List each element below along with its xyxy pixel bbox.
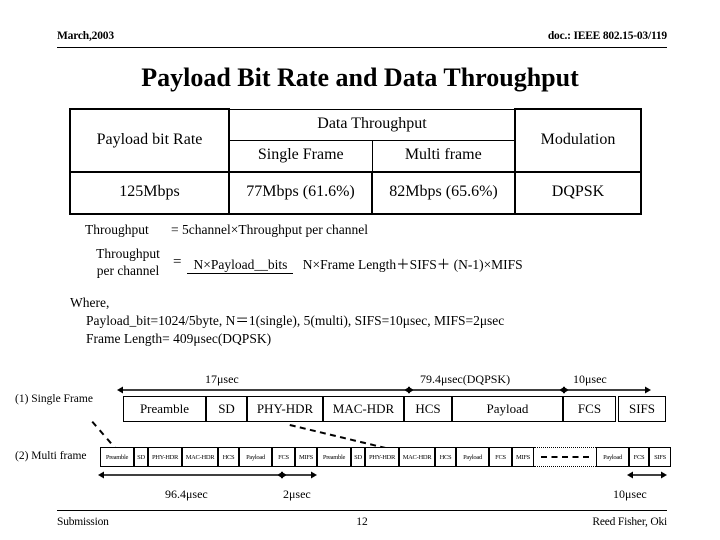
multi-field-phy-hdr-1: PHY-HDR (148, 447, 182, 467)
frame-field-fcs: FCS (563, 396, 616, 422)
multi-field-payload-last: Payload (596, 447, 629, 467)
page-footer: Submission Reed Fisher, Oki 12 (57, 510, 667, 530)
multi-field-preamble-1: Preamble (100, 447, 134, 467)
dim-label-10usec-multi: 10μsec (613, 487, 647, 501)
multi-field-mac-hdr-2: MAC-HDR (399, 447, 435, 467)
multi-field-mac-hdr-1: MAC-HDR (182, 447, 218, 467)
frame-field-sd: SD (206, 396, 247, 422)
multi-field-hcs-1: HCS (218, 447, 239, 467)
multi-field-hcs-2: HCS (435, 447, 456, 467)
dim-label-79-4usec: 79.4μsec(DQPSK) (420, 372, 511, 386)
row-label-single-frame: (1) Single Frame (15, 393, 93, 405)
frame-field-hcs: HCS (404, 396, 452, 422)
multi-field-fcs-1: FCS (272, 447, 295, 467)
frame-field-mac-hdr: MAC-HDR (323, 396, 404, 422)
multi-field-mifs-2: MIFS (512, 447, 534, 467)
dim-label-2usec: 2μsec (283, 487, 311, 501)
frame-field-phy-hdr: PHY-HDR (247, 396, 323, 422)
multi-field-sd-1: SD (134, 447, 148, 467)
multi-field-mifs-1: MIFS (295, 447, 317, 467)
continuation-dashes (541, 456, 589, 458)
footer-page-number: 12 (356, 516, 368, 528)
multi-field-sifs-last: SIFS (649, 447, 671, 467)
multi-field-payload-2: Payload (456, 447, 489, 467)
footer-divider (57, 510, 667, 511)
dim-label-17usec: 17μsec (205, 372, 239, 386)
multi-field-fcs-2: FCS (489, 447, 512, 467)
frame-field-payload: Payload (452, 396, 563, 422)
frame-field-preamble: Preamble (123, 396, 206, 422)
dim-label-96-4usec: 96.4μsec (165, 487, 208, 501)
multi-field-preamble-2: Preamble (317, 447, 351, 467)
multi-field-phy-hdr-2: PHY-HDR (365, 447, 399, 467)
multi-field-fcs-last: FCS (629, 447, 649, 467)
multi-field-sd-2: SD (351, 447, 365, 467)
frame-timing-diagram: (1) Single Frame (2) Multi frame 17μsec … (0, 0, 720, 540)
dim-label-10usec-single: 10μsec (573, 372, 607, 386)
multi-field-payload-1: Payload (239, 447, 272, 467)
row-label-multi-frame: (2) Multi frame (15, 450, 87, 462)
frame-field-sifs: SIFS (618, 396, 666, 422)
